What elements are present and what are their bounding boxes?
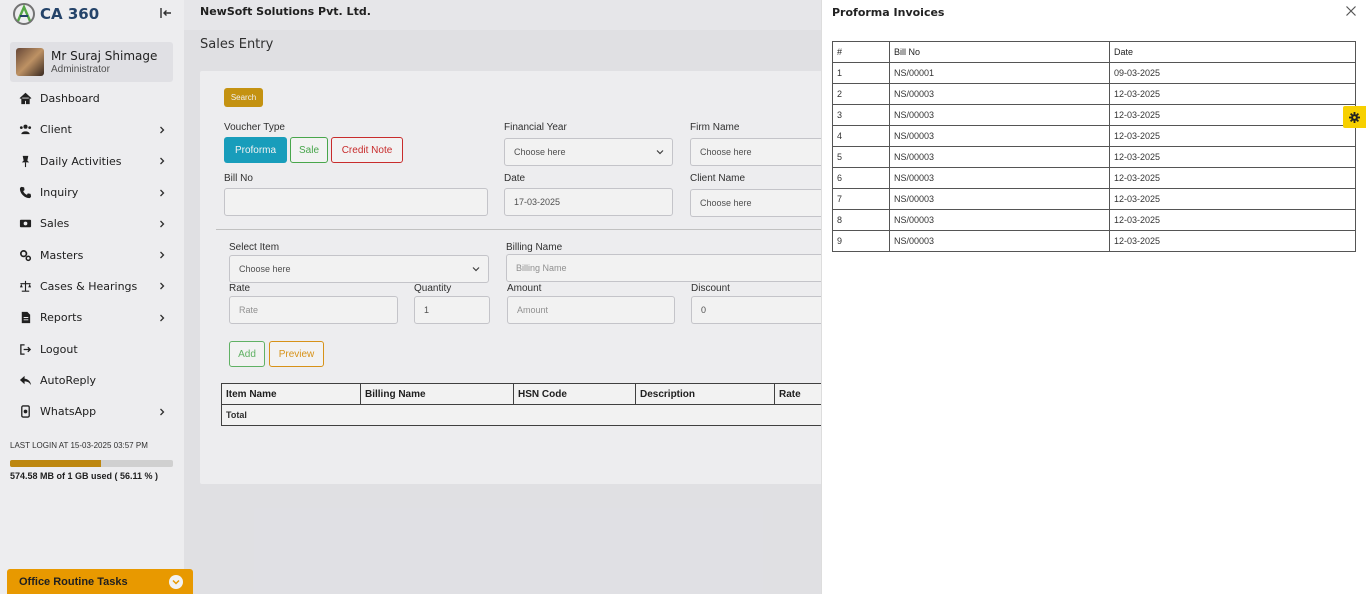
row-number: 5 [832, 146, 890, 168]
date-cell: 12-03-2025 [1109, 83, 1356, 105]
gear-icon [1349, 111, 1360, 123]
date-cell: 12-03-2025 [1109, 167, 1356, 189]
table-row[interactable]: 6 NS/00003 12-03-2025 [832, 167, 1356, 189]
date-cell: 09-03-2025 [1109, 62, 1356, 84]
proforma-invoices-table: # Bill No Date 1 NS/00001 09-03-2025 2 NS/00… [832, 41, 1356, 252]
date-cell: 12-03-2025 [1109, 146, 1356, 168]
date-cell: 12-03-2025 [1109, 125, 1356, 147]
column-header: Bill No [889, 41, 1110, 63]
bill-no-cell: NS/00003 [889, 146, 1110, 168]
proforma-invoices-drawer: Proforma Invoices # Bill No Date 1 NS/000… [821, 0, 1366, 594]
table-row[interactable]: 4 NS/00003 12-03-2025 [832, 125, 1356, 147]
bill-no-cell: NS/00003 [889, 209, 1110, 231]
column-header: Date [1109, 41, 1356, 63]
date-cell: 12-03-2025 [1109, 104, 1356, 126]
bill-no-cell: NS/00003 [889, 230, 1110, 252]
date-cell: 12-03-2025 [1109, 188, 1356, 210]
bill-no-cell: NS/00003 [889, 125, 1110, 147]
table-row[interactable]: 1 NS/00001 09-03-2025 [832, 62, 1356, 84]
row-number: 3 [832, 104, 890, 126]
table-row[interactable]: 8 NS/00003 12-03-2025 [832, 209, 1356, 231]
table-row[interactable]: 7 NS/00003 12-03-2025 [832, 188, 1356, 210]
table-row[interactable]: 5 NS/00003 12-03-2025 [832, 146, 1356, 168]
drawer-title: Proforma Invoices [832, 6, 945, 19]
table-row[interactable]: 3 NS/00003 12-03-2025 [832, 104, 1356, 126]
invoice-table-header: # Bill No Date [832, 41, 1356, 63]
row-number: 2 [832, 83, 890, 105]
modal-backdrop[interactable] [0, 0, 821, 594]
bill-no-cell: NS/00003 [889, 188, 1110, 210]
settings-button[interactable] [1343, 106, 1366, 128]
row-number: 8 [832, 209, 890, 231]
table-row[interactable]: 2 NS/00003 12-03-2025 [832, 83, 1356, 105]
row-number: 1 [832, 62, 890, 84]
close-icon[interactable] [1345, 5, 1357, 17]
table-row[interactable]: 9 NS/00003 12-03-2025 [832, 230, 1356, 252]
row-number: 9 [832, 230, 890, 252]
date-cell: 12-03-2025 [1109, 230, 1356, 252]
row-number: 4 [832, 125, 890, 147]
bill-no-cell: NS/00003 [889, 83, 1110, 105]
date-cell: 12-03-2025 [1109, 209, 1356, 231]
bill-no-cell: NS/00001 [889, 62, 1110, 84]
row-number: 7 [832, 188, 890, 210]
bill-no-cell: NS/00003 [889, 167, 1110, 189]
row-number: 6 [832, 167, 890, 189]
bill-no-cell: NS/00003 [889, 104, 1110, 126]
column-header: # [832, 41, 890, 63]
